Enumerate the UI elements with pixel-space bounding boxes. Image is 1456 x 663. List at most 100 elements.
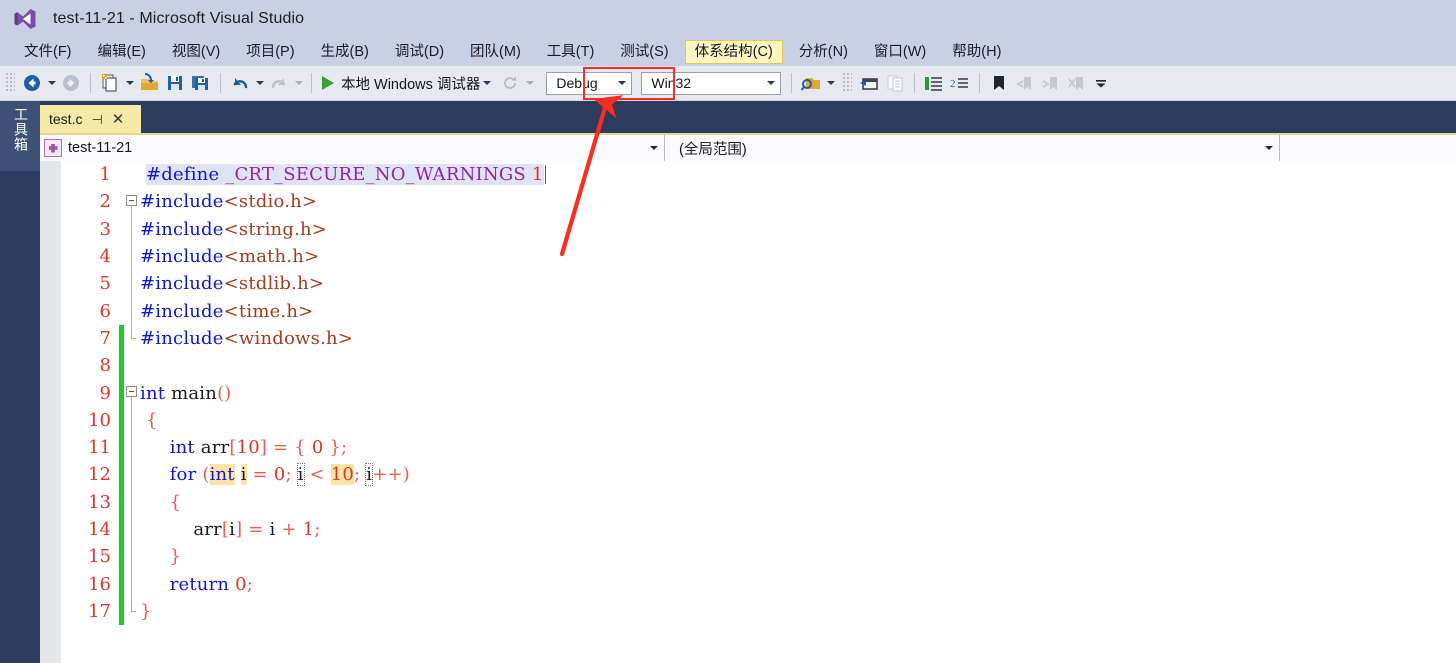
solution-platform-dropdown[interactable]: Win32 — [641, 71, 782, 95]
next-bookmark-icon[interactable] — [1038, 71, 1064, 95]
find-dropdown[interactable] — [824, 71, 837, 95]
menu-item-project[interactable]: 项目(P) — [236, 40, 304, 64]
code-line[interactable]: 6 #include<time.h> — [61, 297, 1456, 325]
line-number: 9 — [99, 382, 111, 404]
code-line[interactable]: 13 { — [61, 488, 1456, 516]
fold-margin[interactable] — [124, 515, 140, 544]
navbar-project-dropdown[interactable]: test-11-21 — [40, 135, 665, 161]
fold-margin[interactable] — [124, 433, 140, 462]
toolbar-overflow-button[interactable] — [1094, 71, 1107, 95]
find-in-files-icon[interactable] — [798, 71, 824, 95]
fold-margin[interactable] — [124, 242, 140, 271]
fold-margin[interactable] — [124, 570, 140, 598]
menu-item-window[interactable]: 窗口(W) — [864, 40, 936, 64]
undo-dropdown[interactable] — [253, 71, 266, 95]
navigate-back-icon[interactable] — [19, 71, 45, 95]
fold-margin[interactable] — [124, 324, 140, 352]
redo-icon[interactable] — [266, 71, 292, 95]
toolbox-tab[interactable]: 工具箱 — [0, 101, 40, 171]
compare-icon[interactable] — [882, 71, 908, 95]
navbar-member-dropdown[interactable] — [1280, 135, 1456, 161]
menu-item-analyze[interactable]: 分析(N) — [789, 40, 858, 64]
save-icon[interactable] — [162, 71, 188, 95]
bookmark-icon[interactable] — [986, 71, 1012, 95]
toolbar-divider — [220, 73, 221, 93]
code-line[interactable]: 5 #include<stdlib.h> — [61, 270, 1456, 298]
open-file-icon[interactable] — [136, 71, 162, 95]
fold-margin[interactable] — [124, 215, 140, 243]
menu-item-file[interactable]: 文件(F) — [14, 40, 82, 64]
fold-margin[interactable] — [124, 270, 140, 298]
menu-item-tools[interactable]: 工具(T) — [537, 40, 605, 64]
pin-icon[interactable]: ⊣ — [91, 113, 102, 126]
code-line[interactable]: 8 — [61, 352, 1456, 380]
code-line[interactable]: 3 #include<string.h> — [61, 215, 1456, 243]
code-line[interactable]: 14 arr[i] = i + 1; — [61, 515, 1456, 544]
save-all-icon[interactable] — [188, 71, 214, 95]
prev-bookmark-icon[interactable] — [1012, 71, 1038, 95]
toggle-window-icon[interactable] — [856, 71, 882, 95]
line-number: 10 — [88, 409, 111, 431]
code-line[interactable]: 11 int arr[10] = { 0 }; — [61, 433, 1456, 462]
start-debugging-button[interactable]: 本地 Windows 调试器 — [318, 71, 493, 95]
comment-icon[interactable] — [921, 71, 947, 95]
fold-margin[interactable] — [124, 297, 140, 325]
left-dock-rail: 工具箱 — [0, 101, 40, 663]
code-line[interactable]: 17 } — [61, 597, 1456, 626]
navbar-scope-dropdown[interactable]: (全局范围) — [665, 135, 1280, 161]
code-editor[interactable]: 1 #define _CRT_SECURE_NO_WARNINGS 1 2 #i… — [61, 161, 1456, 663]
line-number: 3 — [99, 218, 111, 240]
fold-margin[interactable] — [124, 543, 140, 571]
fold-margin[interactable] — [124, 161, 140, 188]
code-line[interactable]: 15 } — [61, 543, 1456, 571]
line-number: 8 — [99, 355, 111, 377]
fold-margin[interactable] — [124, 461, 140, 489]
new-item-icon[interactable] — [97, 71, 123, 95]
menu-item-edit[interactable]: 编辑(E) — [88, 40, 156, 64]
undo-icon[interactable] — [227, 71, 253, 95]
solution-platform-value: Win32 — [651, 75, 692, 91]
fold-margin[interactable] — [124, 597, 140, 625]
menu-item-build[interactable]: 生成(B) — [311, 40, 379, 64]
menu-item-debug[interactable]: 调试(D) — [385, 40, 454, 64]
code-line[interactable]: 9 int main() — [61, 379, 1456, 407]
fold-margin[interactable] — [124, 379, 140, 407]
start-debug-dropdown[interactable] — [480, 71, 493, 95]
code-line[interactable]: 2 #include<stdio.h> — [61, 188, 1456, 216]
menu-item-view[interactable]: 视图(V) — [162, 40, 230, 64]
toolbar-grip[interactable] — [6, 73, 15, 93]
code-line[interactable]: 4 #include<math.h> — [61, 242, 1456, 271]
uncomment-icon[interactable]: 2 — [947, 71, 973, 95]
fold-margin[interactable] — [124, 488, 140, 516]
menu-item-team[interactable]: 团队(M) — [460, 40, 531, 64]
code-text: { — [146, 409, 158, 431]
chevron-down-icon — [1265, 146, 1273, 150]
refresh-icon[interactable] — [497, 71, 523, 95]
tab-test-c[interactable]: test.c ⊣ ✕ — [40, 105, 141, 133]
code-text: #include<stdio.h> — [140, 191, 318, 213]
code-text: #define _CRT_SECURE_NO_WARNINGS 1 — [140, 164, 547, 186]
fold-margin[interactable] — [124, 352, 140, 379]
code-line[interactable]: 1 #define _CRT_SECURE_NO_WARNINGS 1 — [61, 161, 1456, 188]
menu-item-test[interactable]: 测试(S) — [610, 40, 678, 64]
menu-item-help[interactable]: 帮助(H) — [942, 40, 1011, 64]
solution-configuration-dropdown[interactable]: Debug — [546, 71, 633, 95]
clear-bookmarks-icon[interactable] — [1064, 71, 1090, 95]
code-line[interactable]: 16 return 0; — [61, 570, 1456, 598]
code-text: #include<time.h> — [140, 300, 314, 322]
code-line[interactable]: 10 { — [61, 406, 1456, 434]
fold-margin[interactable] — [124, 188, 140, 216]
navigate-back-dropdown[interactable] — [45, 71, 58, 95]
menu-item-architecture[interactable]: 体系结构(C) — [684, 40, 783, 64]
main-toolbar: 本地 Windows 调试器 Debug Win32 2 — [0, 66, 1456, 101]
new-item-dropdown[interactable] — [123, 71, 136, 95]
redo-dropdown[interactable] — [292, 71, 305, 95]
navigate-forward-icon[interactable] — [58, 71, 84, 95]
refresh-dropdown[interactable] — [523, 71, 536, 95]
fold-margin[interactable] — [124, 406, 140, 434]
toolbar-grip[interactable] — [843, 73, 853, 93]
navbar-scope-value: (全局范围) — [679, 141, 747, 158]
code-line[interactable]: 12 for (int i = 0; i < 10; i++) — [61, 461, 1456, 489]
code-line[interactable]: 7 #include<windows.h> — [61, 324, 1456, 353]
close-icon[interactable]: ✕ — [112, 112, 125, 127]
